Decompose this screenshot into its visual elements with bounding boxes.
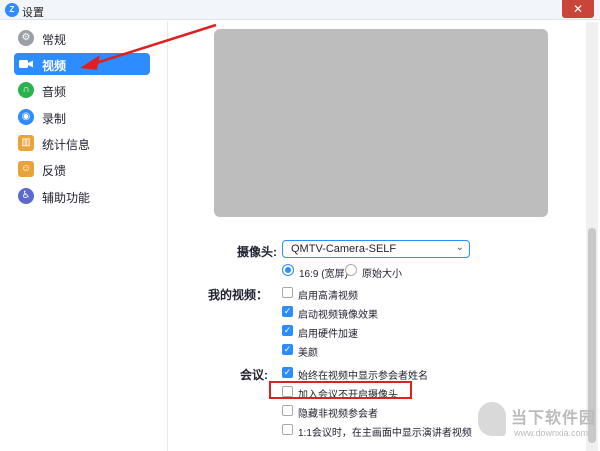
speaker-main-view-label: 1:1会议时，在主画面中显示演讲者视频 bbox=[298, 428, 472, 439]
sidebar-item-recording[interactable]: ◉ 录制 bbox=[14, 106, 150, 128]
sidebar-item-accessibility[interactable]: ♿ 辅助功能 bbox=[14, 185, 150, 207]
sidebar-item-label: 统计信息 bbox=[42, 138, 91, 152]
beauty-label: 美颜 bbox=[298, 348, 318, 359]
radio-original-size[interactable] bbox=[345, 264, 357, 276]
speaker-main-view-checkbox[interactable] bbox=[282, 424, 293, 435]
hd-video-checkbox[interactable] bbox=[282, 287, 293, 298]
video-preview bbox=[214, 29, 548, 217]
statistics-icon: ▥ bbox=[18, 135, 34, 151]
camera-select[interactable]: QMTV-Camera-SELF ⌄ bbox=[282, 240, 470, 258]
sidebar-item-label: 常规 bbox=[42, 33, 67, 47]
feedback-icon: ☺ bbox=[18, 161, 34, 177]
settings-sidebar: ⚙ 常规 视频 ∩ 音频 ◉ 录制 ▥ 统计信息 ☺ 反馈 ♿ 辅助功能 bbox=[0, 21, 168, 451]
hardware-accel-label: 启用硬件加速 bbox=[298, 329, 358, 340]
video-camera-icon bbox=[18, 56, 34, 72]
watermark-logo-icon bbox=[478, 402, 506, 436]
camera-select-value: QMTV-Camera-SELF bbox=[291, 243, 397, 255]
mirror-video-label: 启动视频镜像效果 bbox=[298, 310, 378, 321]
hardware-accel-checkbox[interactable]: ✓ bbox=[282, 325, 293, 336]
zoom-logo-icon: Z bbox=[5, 3, 19, 17]
meeting-label: 会议: bbox=[240, 368, 268, 382]
watermark-name: 当下软件园 bbox=[511, 410, 597, 427]
sidebar-item-video[interactable]: 视频 bbox=[14, 53, 150, 75]
gear-icon: ⚙ bbox=[18, 30, 34, 46]
accessibility-icon: ♿ bbox=[18, 188, 34, 204]
headphones-icon: ∩ bbox=[18, 82, 34, 98]
sidebar-item-label: 视频 bbox=[42, 59, 67, 73]
sidebar-item-label: 反馈 bbox=[42, 164, 67, 178]
beauty-checkbox[interactable]: ✓ bbox=[282, 344, 293, 355]
close-button[interactable]: ✕ bbox=[562, 0, 594, 18]
watermark: 当下软件园 www.downxia.com bbox=[478, 400, 598, 448]
show-names-checkbox[interactable]: ✓ bbox=[282, 367, 293, 378]
camera-label: 摄像头: bbox=[237, 245, 277, 259]
sidebar-item-label: 辅助功能 bbox=[42, 191, 91, 205]
hide-non-video-label: 隐藏非视频参会者 bbox=[298, 409, 378, 420]
radio-16-9[interactable] bbox=[282, 264, 294, 276]
chevron-down-icon: ⌄ bbox=[455, 242, 464, 253]
show-names-label: 始终在视频中显示参会者姓名 bbox=[298, 371, 428, 382]
annotation-highlight-box bbox=[269, 381, 412, 399]
sidebar-item-label: 音频 bbox=[42, 85, 67, 99]
radio-16-9-label: 16:9 (宽屏) bbox=[299, 269, 348, 280]
my-video-label: 我的视频： bbox=[208, 288, 269, 302]
title-bar: Z 设置 ✕ bbox=[0, 0, 600, 20]
sidebar-item-statistics[interactable]: ▥ 统计信息 bbox=[14, 132, 150, 154]
sidebar-item-feedback[interactable]: ☺ 反馈 bbox=[14, 158, 150, 180]
sidebar-item-audio[interactable]: ∩ 音频 bbox=[14, 79, 150, 101]
mirror-video-checkbox[interactable]: ✓ bbox=[282, 306, 293, 317]
hide-non-video-checkbox[interactable] bbox=[282, 405, 293, 416]
watermark-url: www.downxia.com bbox=[514, 428, 589, 438]
window-title: 设置 bbox=[22, 7, 44, 19]
hd-video-label: 启用高清视频 bbox=[298, 291, 358, 302]
radio-original-size-label: 原始大小 bbox=[362, 269, 402, 280]
record-icon: ◉ bbox=[18, 109, 34, 125]
sidebar-item-label: 录制 bbox=[42, 112, 67, 126]
sidebar-item-general[interactable]: ⚙ 常规 bbox=[14, 27, 150, 49]
